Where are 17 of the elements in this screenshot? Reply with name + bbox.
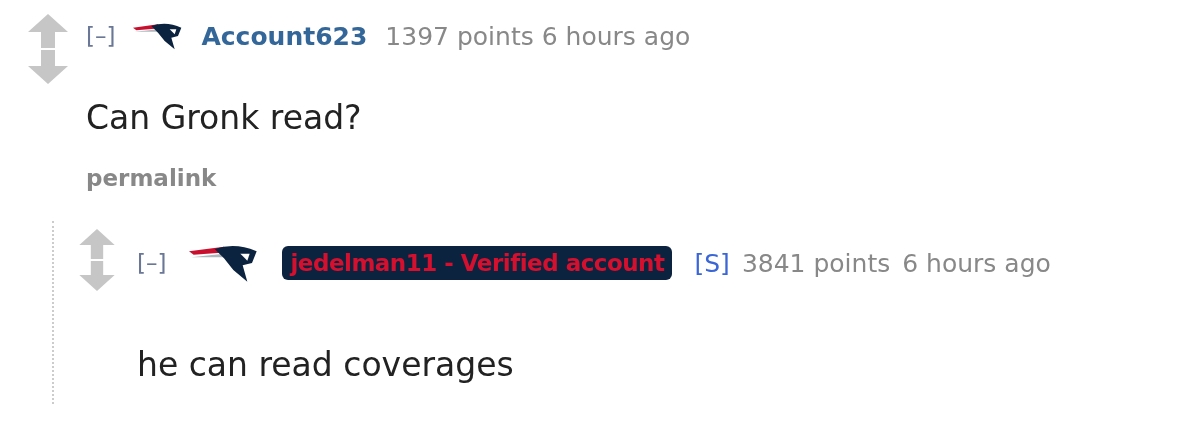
- comment-time: 6 hours ago: [902, 248, 1051, 278]
- upvote-arrow-icon[interactable]: [79, 229, 115, 259]
- comment-text: he can read coverages: [137, 345, 515, 384]
- downvote-arrow-icon[interactable]: [28, 50, 68, 84]
- comment-points: 1397 points: [385, 21, 534, 51]
- comment-points: 3841 points: [741, 248, 891, 278]
- permalink-link[interactable]: permalink: [86, 165, 217, 191]
- downvote-arrow-icon[interactable]: [79, 261, 115, 291]
- collapse-toggle[interactable]: [–]: [137, 250, 167, 276]
- submitter-tag[interactable]: [S]: [694, 248, 730, 278]
- collapse-toggle[interactable]: [–]: [86, 23, 116, 49]
- upvote-arrow-icon[interactable]: [28, 14, 68, 48]
- verified-author-badge[interactable]: jedelman11 - Verified account: [282, 246, 673, 280]
- author-link[interactable]: Account623: [201, 21, 368, 51]
- helmet-logo-icon: [133, 21, 184, 51]
- comment-time: 6 hours ago: [541, 21, 691, 51]
- comment-text: Can Gronk read?: [86, 98, 363, 137]
